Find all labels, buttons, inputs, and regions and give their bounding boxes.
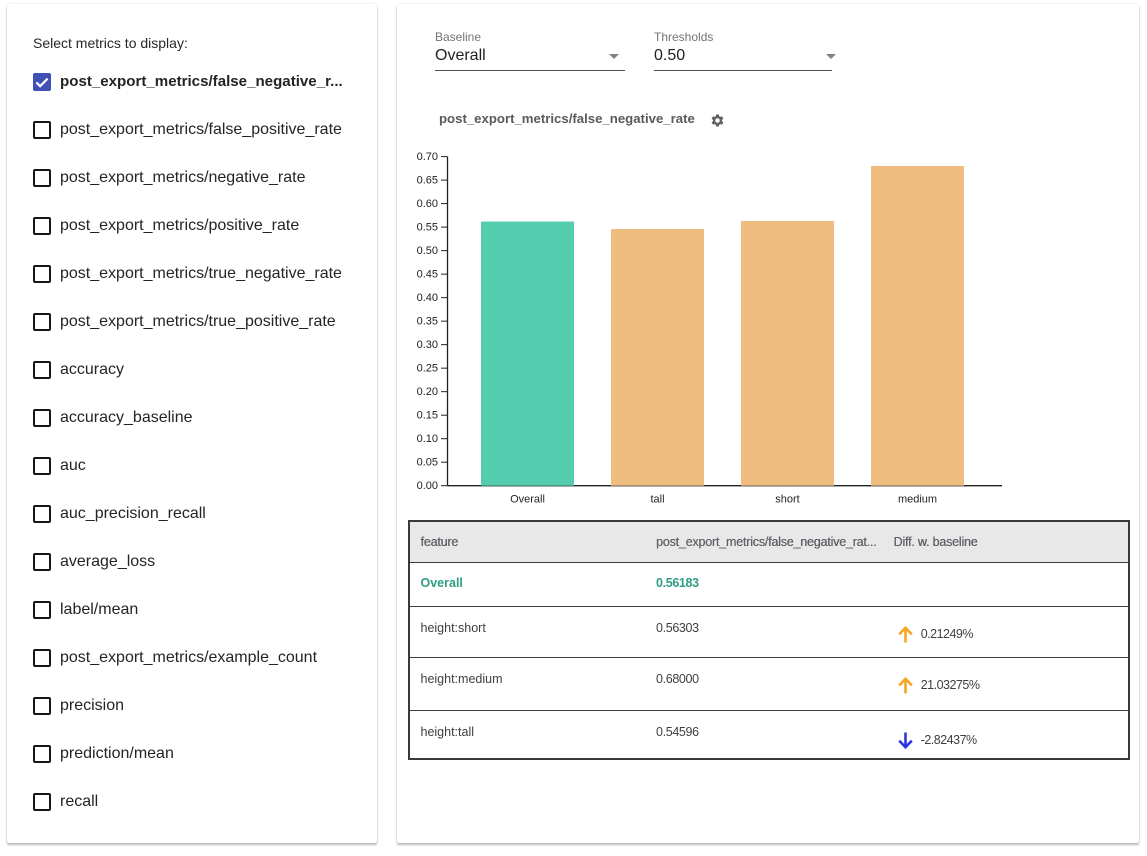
svg-text:0.25: 0.25 — [417, 363, 438, 375]
svg-text:Overall: Overall — [510, 494, 545, 506]
svg-text:0.65: 0.65 — [417, 175, 438, 187]
svg-text:0.70: 0.70 — [417, 151, 438, 163]
svg-text:0.60: 0.60 — [417, 198, 438, 210]
svg-text:0.05: 0.05 — [417, 457, 438, 469]
svg-text:0.40: 0.40 — [417, 292, 438, 304]
svg-text:0.10: 0.10 — [417, 433, 438, 445]
svg-text:short: short — [775, 494, 799, 506]
svg-text:0.00: 0.00 — [417, 480, 438, 492]
svg-text:0.15: 0.15 — [417, 410, 438, 422]
svg-text:medium: medium — [898, 494, 937, 506]
svg-text:0.45: 0.45 — [417, 269, 438, 281]
svg-text:tall: tall — [650, 494, 664, 506]
svg-text:0.55: 0.55 — [417, 222, 438, 234]
svg-text:0.35: 0.35 — [417, 316, 438, 328]
svg-text:0.30: 0.30 — [417, 339, 438, 351]
svg-text:0.20: 0.20 — [417, 386, 438, 398]
svg-text:0.50: 0.50 — [417, 245, 438, 257]
